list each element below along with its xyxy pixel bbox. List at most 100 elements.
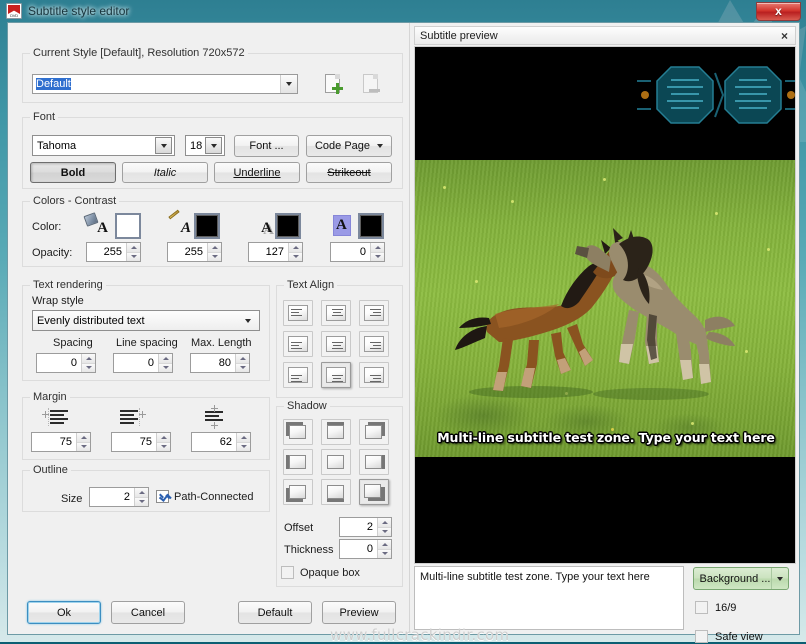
spin-down-icon[interactable] [237,441,250,451]
chevron-down-icon[interactable] [155,137,172,154]
align-top-right-button[interactable] [359,300,389,326]
add-style-icon[interactable] [323,73,343,95]
align-bottom-right-button[interactable] [359,362,389,388]
shadow-bottom-left-button[interactable] [283,479,313,505]
spin-down-icon[interactable] [236,362,249,372]
spin-down-icon[interactable] [82,362,95,372]
align-bottom-center-button[interactable] [321,362,351,388]
code-page-button[interactable]: Code Page [306,135,392,157]
shadow-bottom-right-button[interactable] [359,479,389,505]
max-length-spinner[interactable]: 80 [190,353,250,373]
opaque-box-checkbox[interactable] [281,566,294,579]
ok-button[interactable]: Ok [27,601,101,624]
spin-down-icon[interactable] [159,362,172,372]
preview-button[interactable]: Preview [322,601,396,624]
default-button[interactable]: Default [238,601,312,624]
outline-opacity-spinner[interactable]: 255 [167,242,222,262]
wrap-style-select[interactable]: Evenly distributed text [32,310,260,331]
spin-up-icon[interactable] [157,433,170,442]
background-button[interactable]: Background ... [693,567,789,590]
spin-down-icon[interactable] [378,526,391,536]
style-select[interactable]: Default [32,74,298,94]
safe-view-checkbox[interactable] [695,630,708,643]
strikeout-button[interactable]: Strikeout [306,162,392,183]
aspect-16-9-label: 16/9 [715,602,737,614]
shadow-top-center-button[interactable] [321,419,351,445]
subtitle-text-input[interactable]: Multi-line subtitle test zone. Type your… [414,566,684,630]
font-button[interactable]: Font ... [234,135,299,157]
close-button[interactable]: x [756,2,801,21]
margin-left-spinner[interactable]: 75 [31,432,91,452]
remove-style-icon[interactable] [361,73,381,95]
font-family-select[interactable]: Tahoma [32,135,175,156]
text-align-grid[interactable] [283,300,389,388]
margin-right-spinner[interactable]: 75 [111,432,171,452]
spacing-spinner[interactable]: 0 [36,353,96,373]
chevron-down-icon[interactable] [280,75,297,93]
align-bottom-left-button[interactable] [283,362,313,388]
shadow-color-swatch[interactable] [275,213,301,239]
chevron-down-icon[interactable] [245,318,251,323]
path-connected-checkbox[interactable] [156,490,169,503]
shadow-grid[interactable] [283,419,389,505]
spin-up-icon[interactable] [378,540,391,549]
shadow-bottom-center-button[interactable] [321,479,351,505]
spin-up-icon[interactable] [77,433,90,442]
spin-down-icon[interactable] [157,441,170,451]
opaque-box-label: Opaque box [300,567,360,579]
align-middle-left-button[interactable] [283,331,313,357]
cancel-button[interactable]: Cancel [111,601,185,624]
shadow-offset-spinner[interactable]: 2 [339,517,392,537]
shadow-middle-right-button[interactable] [359,449,389,475]
video-preview[interactable]: Multi-line subtitle test zone. Type your… [414,46,796,564]
spin-down-icon[interactable] [378,548,391,558]
spin-up-icon[interactable] [289,243,302,252]
chevron-down-icon[interactable] [205,137,222,154]
background-color-swatch[interactable] [358,213,384,239]
spin-up-icon[interactable] [82,354,95,363]
margin-vertical-spinner[interactable]: 62 [191,432,251,452]
spin-down-icon[interactable] [135,496,148,506]
spin-down-icon[interactable] [208,251,221,261]
shadow-top-right-button[interactable] [359,419,389,445]
watermark: www.fullcrackindir.com [330,626,510,644]
spin-up-icon[interactable] [135,488,148,497]
outline-group-title: Outline [30,464,71,476]
spin-up-icon[interactable] [237,433,250,442]
fill-color-swatch[interactable] [115,213,141,239]
italic-button[interactable]: Italic [122,162,208,183]
shadow-top-left-button[interactable] [283,419,313,445]
spin-down-icon[interactable] [127,251,140,261]
shadow-none-button[interactable] [321,449,351,475]
align-middle-right-button[interactable] [359,331,389,357]
shadow-opacity-spinner[interactable]: 127 [248,242,303,262]
margin-right-icon [120,408,146,426]
spin-up-icon[interactable] [159,354,172,363]
spin-down-icon[interactable] [371,251,384,261]
shadow-thickness-spinner[interactable]: 0 [339,539,392,559]
spin-down-icon[interactable] [77,441,90,451]
align-middle-center-button[interactable] [321,331,351,357]
line-spacing-spinner[interactable]: 0 [113,353,173,373]
outline-color-swatch[interactable] [194,213,220,239]
spin-up-icon[interactable] [371,243,384,252]
spin-up-icon[interactable] [127,243,140,252]
spin-up-icon[interactable] [236,354,249,363]
underline-button[interactable]: Underline [214,162,300,183]
spin-up-icon[interactable] [378,518,391,527]
bold-button[interactable]: Bold [30,162,116,183]
margin-left-value: 75 [59,436,72,448]
aspect-16-9-checkbox[interactable] [695,601,708,614]
outline-size-spinner[interactable]: 2 [89,487,149,507]
align-top-left-button[interactable] [283,300,313,326]
align-top-center-button[interactable] [321,300,351,326]
preview-close-icon[interactable]: × [781,29,795,43]
background-opacity-spinner[interactable]: 0 [330,242,385,262]
titlebar[interactable]: Subtitle style editor x [0,0,806,22]
chevron-down-icon[interactable] [771,568,788,589]
fill-opacity-spinner[interactable]: 255 [86,242,141,262]
shadow-middle-left-button[interactable] [283,449,313,475]
spin-down-icon[interactable] [289,251,302,261]
spin-up-icon[interactable] [208,243,221,252]
font-size-select[interactable]: 18 [185,135,225,156]
